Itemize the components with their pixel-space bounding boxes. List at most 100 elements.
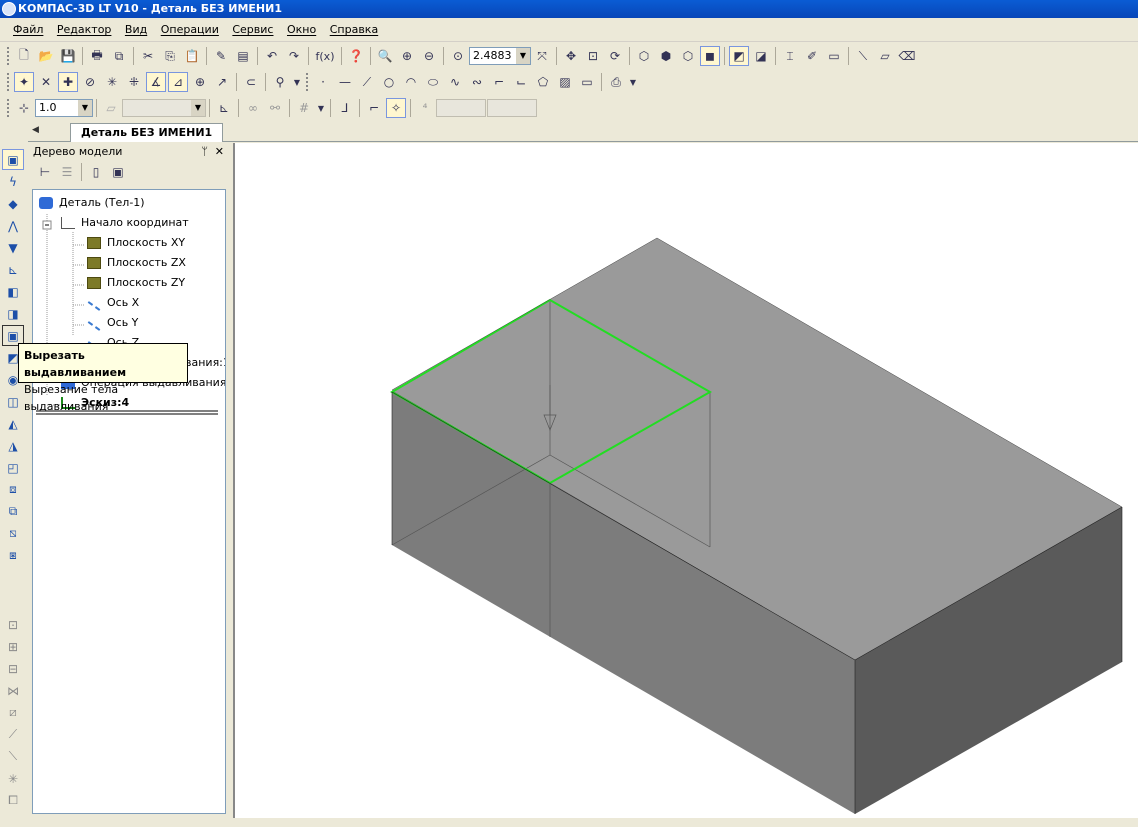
rectangle-icon[interactable]: ▭ bbox=[577, 72, 597, 92]
tree-item-extrusion-1[interactable]: вания:1 bbox=[185, 354, 225, 372]
chain-icon[interactable]: ⚯ bbox=[265, 98, 285, 118]
table-icon[interactable]: ▤ bbox=[233, 46, 253, 66]
tool-gray-1-icon[interactable]: ⊡ bbox=[2, 614, 24, 635]
orientation-icon[interactable]: ⤧ bbox=[532, 46, 552, 66]
copy-icon[interactable]: ⎘ bbox=[160, 46, 180, 66]
tool-gray-2-icon[interactable]: ⊞ bbox=[2, 636, 24, 657]
snap-midpoint-icon[interactable]: ✚ bbox=[58, 72, 78, 92]
tab-scroll-left-icon[interactable]: ◀ bbox=[32, 125, 39, 135]
tool-gray-6-icon[interactable]: ⟋ bbox=[2, 724, 24, 745]
toolbar-grip[interactable] bbox=[7, 47, 10, 65]
rotate-icon[interactable]: ⟳ bbox=[605, 46, 625, 66]
magnet-icon[interactable]: ⊂ bbox=[241, 72, 261, 92]
menu-service[interactable]: Сервис bbox=[232, 23, 273, 36]
bezier-icon[interactable]: ∾ bbox=[467, 72, 487, 92]
snap-alignment-icon[interactable]: ⊿ bbox=[168, 72, 188, 92]
redo-icon[interactable]: ↷ bbox=[284, 46, 304, 66]
paste-icon[interactable]: 📋 bbox=[182, 46, 202, 66]
tool-gray-3-icon[interactable]: ⊟ bbox=[2, 658, 24, 679]
step-combo[interactable]: 1.0 ▼ bbox=[35, 99, 93, 117]
geometry-icon[interactable]: ϟ bbox=[2, 171, 24, 192]
shell-icon[interactable]: ◭ bbox=[2, 413, 24, 434]
snap-tangent-icon[interactable]: ⊘ bbox=[80, 72, 100, 92]
array-icon[interactable]: ⧈ bbox=[2, 479, 24, 500]
tool-gray-8-icon[interactable]: ✳ bbox=[2, 768, 24, 789]
menu-view[interactable]: Вид bbox=[125, 23, 147, 36]
hatch-icon[interactable]: ▨ bbox=[555, 72, 575, 92]
format-brush-icon[interactable]: ✎ bbox=[211, 46, 231, 66]
snap-toggle-icon[interactable]: ✧ bbox=[386, 98, 406, 118]
section-icon[interactable]: ⧅ bbox=[2, 523, 24, 544]
chamfer-3d-icon[interactable]: ◰ bbox=[2, 457, 24, 478]
polygon-icon[interactable]: ⬠ bbox=[533, 72, 553, 92]
sketch-icon[interactable]: ◆ bbox=[2, 193, 24, 214]
dimensions-icon[interactable]: ⋀ bbox=[2, 215, 24, 236]
tree-doc-icon[interactable]: ▯ bbox=[86, 162, 106, 182]
auxiliary-line-icon[interactable]: ⟋ bbox=[357, 72, 377, 92]
sketch-line-icon[interactable]: ⟍ bbox=[853, 46, 873, 66]
snap-center-icon[interactable]: ⊕ bbox=[190, 72, 210, 92]
toolbar-grip[interactable] bbox=[306, 73, 309, 91]
tool-gray-5-icon[interactable]: ⧄ bbox=[2, 702, 24, 723]
close-icon[interactable]: ✕ bbox=[215, 143, 224, 161]
snap-nearest-point-icon[interactable]: ✦ bbox=[14, 72, 34, 92]
snap-normal-icon[interactable]: ✳ bbox=[102, 72, 122, 92]
new-document-icon[interactable]: 🗋 bbox=[14, 46, 34, 66]
menu-window[interactable]: Окно bbox=[287, 23, 316, 36]
tree-sync-icon[interactable]: ▣ bbox=[108, 162, 128, 182]
point-icon[interactable]: · bbox=[313, 72, 333, 92]
chevron-down-icon[interactable]: ▼ bbox=[78, 100, 92, 116]
tree-item-plane-zx[interactable]: Плоскость ZX bbox=[87, 254, 186, 272]
pan-icon[interactable]: ✥ bbox=[561, 46, 581, 66]
link-icon[interactable]: ∞ bbox=[243, 98, 263, 118]
variables-button[interactable]: f(x) bbox=[313, 46, 337, 66]
model-properties-icon[interactable]: ⌶ bbox=[780, 46, 800, 66]
halftone-icon[interactable]: ◼ bbox=[700, 46, 720, 66]
fillet-3d-icon[interactable]: ◮ bbox=[2, 435, 24, 456]
grid-icon[interactable]: # bbox=[294, 98, 314, 118]
tree-item-axis-x[interactable]: Ось X bbox=[87, 294, 139, 312]
display-settings-icon[interactable]: ▭ bbox=[824, 46, 844, 66]
round-icon[interactable]: ⌐ bbox=[364, 98, 384, 118]
mirror-icon[interactable]: ⧉ bbox=[2, 501, 24, 522]
show-all-icon[interactable]: ⊡ bbox=[583, 46, 603, 66]
hidden-lines-icon[interactable]: ⬢ bbox=[656, 46, 676, 66]
open-folder-icon[interactable]: 📂 bbox=[36, 46, 56, 66]
eraser-icon[interactable]: ⌫ bbox=[897, 46, 917, 66]
zoom-in-icon[interactable]: ⊕ bbox=[397, 46, 417, 66]
tree-item-axis-y[interactable]: Ось Y bbox=[87, 314, 138, 332]
tool-gray-9-icon[interactable]: ⧠ bbox=[2, 790, 24, 811]
halftone-outline-icon[interactable]: ◩ bbox=[729, 46, 749, 66]
wireframe-icon[interactable]: ⬡ bbox=[634, 46, 654, 66]
tree-item-origin[interactable]: Начало координат bbox=[61, 214, 189, 232]
menu-file[interactable]: Файл bbox=[13, 23, 43, 36]
tool-gray-7-icon[interactable]: ⟍ bbox=[2, 746, 24, 767]
zoom-scale-icon[interactable]: ⊙ bbox=[448, 46, 468, 66]
arc-icon[interactable]: ◠ bbox=[401, 72, 421, 92]
menu-edit[interactable]: Редактор bbox=[57, 23, 112, 36]
chevron-down-icon[interactable]: ▼ bbox=[316, 98, 326, 118]
local-cs-icon[interactable]: ⊾ bbox=[214, 98, 234, 118]
rotate-operation-icon[interactable]: ◨ bbox=[2, 303, 24, 324]
tree-item-plane-zy[interactable]: Плоскость ZY bbox=[87, 274, 185, 292]
chevron-down-icon[interactable]: ▼ bbox=[628, 72, 638, 92]
coordinate-step-icon[interactable]: ⊹ bbox=[14, 98, 34, 118]
segment-icon[interactable]: — bbox=[335, 72, 355, 92]
component-icon[interactable]: ⧆ bbox=[2, 545, 24, 566]
chevron-down-icon[interactable]: ▼ bbox=[292, 72, 302, 92]
measure-icon[interactable]: ✐ bbox=[802, 46, 822, 66]
print-preview-icon[interactable]: 🖶 bbox=[87, 46, 107, 66]
spline-icon[interactable]: ∿ bbox=[445, 72, 465, 92]
fillet-icon[interactable]: ⌐ bbox=[489, 72, 509, 92]
ellipse-icon[interactable]: ⬭ bbox=[423, 72, 443, 92]
plane-icon[interactable]: ▱ bbox=[875, 46, 895, 66]
properties-icon[interactable]: ⧉ bbox=[109, 46, 129, 66]
cut-icon[interactable]: ✂ bbox=[138, 46, 158, 66]
tree-structure-icon[interactable]: ⊢ bbox=[35, 162, 55, 182]
ortho-icon[interactable]: ⅃ bbox=[335, 98, 355, 118]
circle-icon[interactable]: ○ bbox=[379, 72, 399, 92]
tab-document[interactable]: Деталь БЕЗ ИМЕНИ1 bbox=[70, 123, 224, 142]
measure-icon[interactable]: ⊾ bbox=[2, 259, 24, 280]
menu-help[interactable]: Справка bbox=[330, 23, 378, 36]
zoom-out-icon[interactable]: ⊖ bbox=[419, 46, 439, 66]
